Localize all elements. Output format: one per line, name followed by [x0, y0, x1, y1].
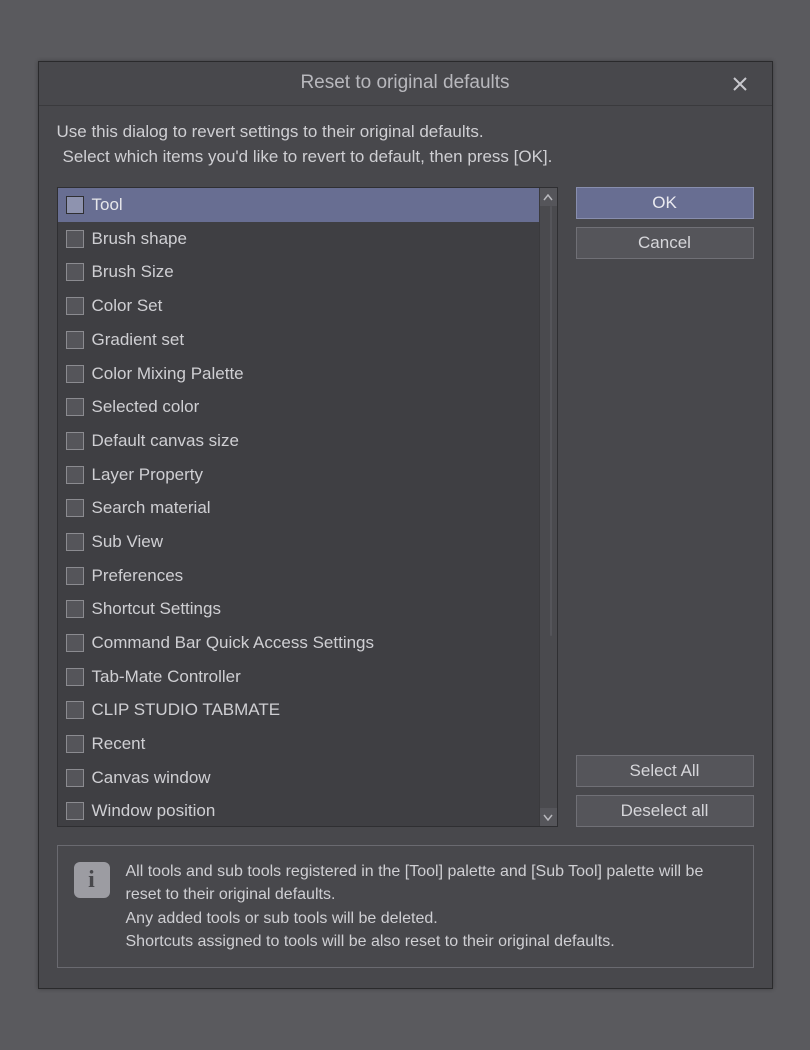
checkbox[interactable]	[66, 634, 84, 652]
list-item[interactable]: Brush shape	[58, 222, 539, 256]
list-item-label: CLIP STUDIO TABMATE	[92, 700, 281, 720]
list-item-label: Color Set	[92, 296, 163, 316]
scrollbar[interactable]	[539, 188, 557, 826]
close-button[interactable]	[722, 62, 758, 106]
checkbox[interactable]	[66, 263, 84, 281]
cancel-button[interactable]: Cancel	[576, 227, 754, 259]
list-item-label: Brush shape	[92, 229, 187, 249]
list-item[interactable]: Search material	[58, 491, 539, 525]
chevron-down-icon	[543, 814, 553, 821]
titlebar: Reset to original defaults	[39, 62, 772, 106]
instructions-line1: Use this dialog to revert settings to th…	[57, 120, 754, 145]
checkbox[interactable]	[66, 533, 84, 551]
list-item-label: Recent	[92, 734, 146, 754]
ok-button[interactable]: OK	[576, 187, 754, 219]
checkbox[interactable]	[66, 668, 84, 686]
checkbox[interactable]	[66, 365, 84, 383]
item-list-container: Tool Brush shape Brush Size Color Set Gradie…	[57, 187, 558, 827]
list-item-label: Sub View	[92, 532, 164, 552]
instructions-line2: Select which items you'd like to revert …	[57, 145, 754, 170]
list-item[interactable]: Default canvas size	[58, 424, 539, 458]
list-item-label: Default canvas size	[92, 431, 239, 451]
item-list[interactable]: Tool Brush shape Brush Size Color Set Gradie…	[58, 188, 539, 826]
reset-defaults-dialog: Reset to original defaults Use this dial…	[38, 61, 773, 989]
list-item-label: Color Mixing Palette	[92, 364, 244, 384]
checkbox[interactable]	[66, 398, 84, 416]
list-item-label: Search material	[92, 498, 211, 518]
checkbox[interactable]	[66, 701, 84, 719]
list-item[interactable]: Tab-Mate Controller	[58, 660, 539, 694]
list-item[interactable]: Sub View	[58, 525, 539, 559]
checkbox[interactable]	[66, 499, 84, 517]
instructions-text: Use this dialog to revert settings to th…	[57, 120, 754, 169]
list-item[interactable]: CLIP STUDIO TABMATE	[58, 694, 539, 728]
scroll-down-button[interactable]	[540, 808, 557, 826]
list-item[interactable]: Brush Size	[58, 256, 539, 290]
list-item[interactable]: Color Set	[58, 289, 539, 323]
info-text: All tools and sub tools registered in th…	[126, 860, 737, 953]
checkbox[interactable]	[66, 735, 84, 753]
checkbox[interactable]	[66, 567, 84, 585]
list-item[interactable]: Recent	[58, 727, 539, 761]
list-item-label: Shortcut Settings	[92, 599, 221, 619]
list-item-label: Layer Property	[92, 465, 204, 485]
list-item-label: Command Bar Quick Access Settings	[92, 633, 375, 653]
checkbox[interactable]	[66, 802, 84, 820]
list-item[interactable]: Shortcut Settings	[58, 593, 539, 627]
list-item-label: Canvas window	[92, 768, 211, 788]
list-item[interactable]: Canvas window	[58, 761, 539, 795]
list-item[interactable]: Layer Property	[58, 458, 539, 492]
right-button-column: OK Cancel Select All Deselect all	[576, 187, 754, 827]
checkbox[interactable]	[66, 466, 84, 484]
list-item-label: Tab-Mate Controller	[92, 667, 241, 687]
checkbox[interactable]	[66, 769, 84, 787]
deselect-all-button[interactable]: Deselect all	[576, 795, 754, 827]
checkbox[interactable]	[66, 432, 84, 450]
list-item[interactable]: Window position	[58, 795, 539, 827]
list-item-label: Preferences	[92, 566, 184, 586]
checkbox[interactable]	[66, 297, 84, 315]
list-item[interactable]: Gradient set	[58, 323, 539, 357]
list-item[interactable]: Selected color	[58, 390, 539, 424]
scroll-up-button[interactable]	[540, 188, 557, 206]
list-item[interactable]: Color Mixing Palette	[58, 357, 539, 391]
list-item[interactable]: Preferences	[58, 559, 539, 593]
checkbox[interactable]	[66, 230, 84, 248]
info-line3: Shortcuts assigned to tools will be also…	[126, 930, 737, 953]
list-item-label: Brush Size	[92, 262, 174, 282]
info-icon: i	[74, 862, 110, 898]
close-icon	[732, 76, 748, 92]
checkbox[interactable]	[66, 331, 84, 349]
info-panel: i All tools and sub tools registered in …	[57, 845, 754, 968]
dialog-title: Reset to original defaults	[300, 72, 509, 94]
info-line2: Any added tools or sub tools will be del…	[126, 907, 737, 930]
list-item-label: Tool	[92, 195, 123, 215]
chevron-up-icon	[543, 194, 553, 201]
list-item-label: Gradient set	[92, 330, 185, 350]
select-all-button[interactable]: Select All	[576, 755, 754, 787]
list-item[interactable]: Tool	[58, 188, 539, 222]
list-item-label: Selected color	[92, 397, 200, 417]
info-line1: All tools and sub tools registered in th…	[126, 860, 737, 906]
checkbox[interactable]	[66, 600, 84, 618]
checkbox[interactable]	[66, 196, 84, 214]
list-item-label: Window position	[92, 801, 216, 821]
list-item[interactable]: Command Bar Quick Access Settings	[58, 626, 539, 660]
scroll-thumb[interactable]	[550, 206, 552, 636]
